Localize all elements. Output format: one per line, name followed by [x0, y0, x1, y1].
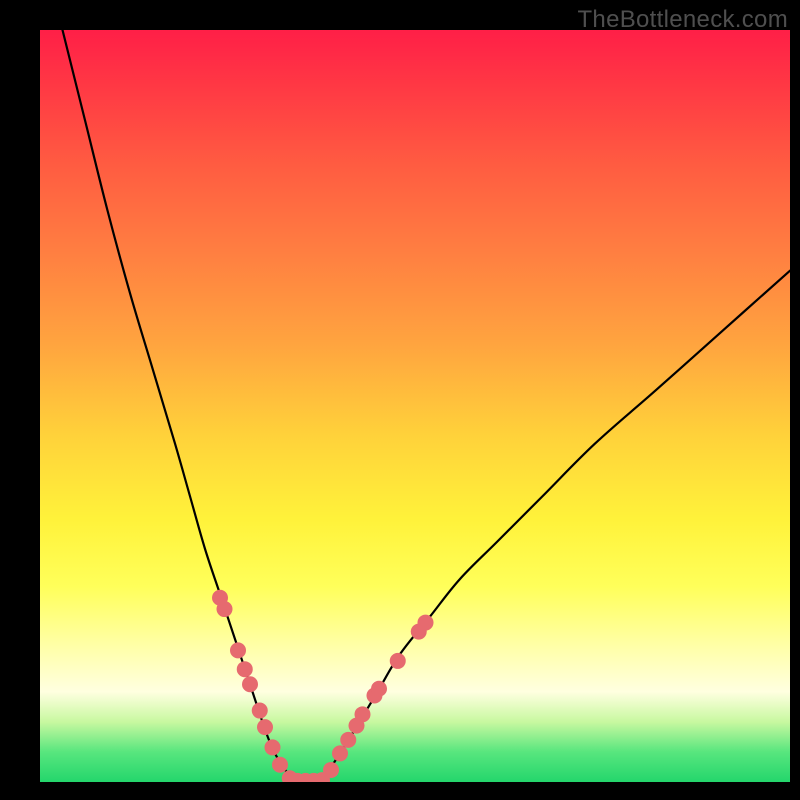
data-marker: [230, 642, 246, 658]
data-marker: [237, 661, 253, 677]
data-marker: [217, 601, 233, 617]
data-marker: [371, 681, 387, 697]
data-marker: [265, 739, 281, 755]
data-marker: [332, 745, 348, 761]
data-marker: [390, 653, 406, 669]
curve-layer: [63, 30, 791, 781]
curve-right-curve: [318, 271, 791, 781]
data-marker: [418, 615, 434, 631]
data-marker: [242, 676, 258, 692]
data-marker: [252, 703, 268, 719]
watermark-text: TheBottleneck.com: [577, 6, 788, 34]
chart-frame: TheBottleneck.com: [0, 0, 800, 800]
data-marker: [323, 762, 339, 778]
data-marker: [340, 732, 356, 748]
curve-left-curve: [63, 30, 296, 780]
chart-plot-area: [40, 30, 790, 782]
data-marker: [257, 719, 273, 735]
marker-layer: [212, 590, 434, 782]
chart-svg: [40, 30, 790, 782]
data-marker: [272, 757, 288, 773]
data-marker: [355, 706, 371, 722]
